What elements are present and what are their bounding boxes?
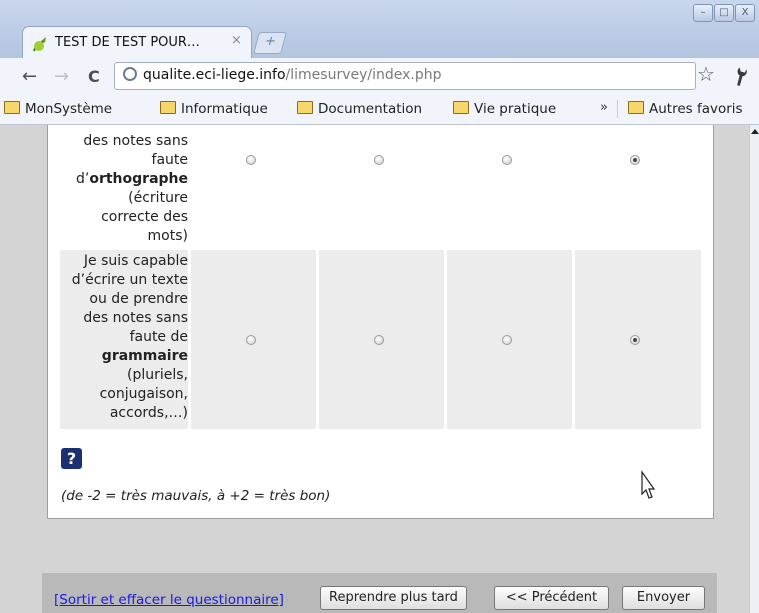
radio-option-3[interactable] (502, 155, 512, 165)
bookmark-folder-documentation[interactable]: Documentation (297, 101, 422, 117)
vertical-scrollbar[interactable] (749, 125, 759, 613)
question-card: des notes sans faute d’orthographe (écri… (47, 125, 714, 519)
answer-cell (319, 125, 444, 247)
radio-option-4-selected[interactable] (630, 335, 640, 345)
submit-button[interactable]: Envoyer (622, 586, 705, 610)
answer-cell (575, 125, 700, 247)
bookmarks-divider (617, 100, 618, 118)
reload-icon[interactable]: C (88, 67, 100, 86)
close-window-button[interactable]: X (735, 4, 755, 22)
mouse-pointer-icon (641, 470, 656, 499)
folder-icon (4, 101, 20, 114)
radio-option-3[interactable] (502, 335, 512, 345)
bookmark-folder-informatique[interactable]: Informatique (160, 101, 268, 117)
answer-cell (444, 250, 572, 429)
limesurvey-favicon-icon (33, 37, 46, 52)
radio-option-1[interactable] (246, 155, 256, 165)
more-bookmarks-chevron-icon[interactable]: » (600, 100, 608, 115)
bookmark-folder-vie-pratique[interactable]: Vie pratique (453, 101, 556, 117)
address-bar[interactable]: qualite.eci-liege.info/limesurvey/index.… (114, 62, 696, 90)
bookmarks-bar: MonSystème Informatique Documentation Vi… (0, 95, 759, 125)
navigation-footer: [Sortir et effacer le questionnaire] Rep… (42, 573, 717, 613)
tab-close-icon[interactable]: × (231, 33, 242, 48)
folder-icon (297, 101, 313, 114)
folder-icon (160, 101, 176, 114)
new-tab-button[interactable]: + (253, 32, 287, 54)
folder-icon (453, 101, 469, 114)
globe-icon (123, 67, 137, 81)
folder-icon (628, 101, 644, 114)
scale-note: (de -2 = très mauvais, à +2 = très bon) (61, 488, 331, 504)
radio-option-4-selected[interactable] (630, 155, 640, 165)
radio-option-1[interactable] (246, 335, 256, 345)
window-controls: – □ X (693, 4, 755, 22)
browser-tab[interactable]: TEST DE TEST POUR… × (22, 26, 252, 59)
answer-cell (447, 125, 572, 247)
question-text-orthographe: des notes sans faute d’orthographe (écri… (76, 133, 188, 244)
tab-title: TEST DE TEST POUR… (55, 35, 200, 50)
back-arrow-icon[interactable]: ← (22, 66, 37, 87)
radio-option-2[interactable] (374, 155, 384, 165)
forward-arrow-icon[interactable]: → (54, 66, 69, 87)
answer-cell (191, 125, 316, 247)
scroll-up-arrow-icon[interactable] (751, 129, 759, 134)
maximize-button[interactable]: □ (714, 4, 734, 22)
help-icon[interactable]: ? (61, 448, 82, 469)
question-text-grammaire: Je suis capable d’écrire un texte ou de … (71, 253, 188, 421)
url-text: qualite.eci-liege.info/limesurvey/index.… (143, 67, 442, 83)
answer-cell (316, 250, 444, 429)
page-viewport: des notes sans faute d’orthographe (écri… (0, 125, 749, 613)
question-row-grammaire: Je suis capable d’écrire un texte ou de … (60, 250, 701, 429)
minimize-button[interactable]: – (693, 4, 713, 22)
bookmark-star-icon[interactable]: ☆ (697, 62, 715, 86)
previous-button[interactable]: << Précédent (494, 586, 609, 610)
resume-later-button[interactable]: Reprendre plus tard (320, 586, 467, 610)
bookmark-folder-monsysteme[interactable]: MonSystème (4, 101, 112, 117)
window-titlebar: TEST DE TEST POUR… × + – □ X (0, 0, 759, 59)
answer-cell (572, 250, 700, 429)
exit-and-clear-link[interactable]: [Sortir et effacer le questionnaire] (54, 592, 284, 608)
question-row-orthographe: des notes sans faute d’orthographe (écri… (60, 125, 701, 247)
bookmark-folder-autres-favoris[interactable]: Autres favoris (628, 101, 743, 117)
plus-icon: + (262, 34, 278, 49)
radio-option-2[interactable] (374, 335, 384, 345)
answer-cell (188, 250, 316, 429)
